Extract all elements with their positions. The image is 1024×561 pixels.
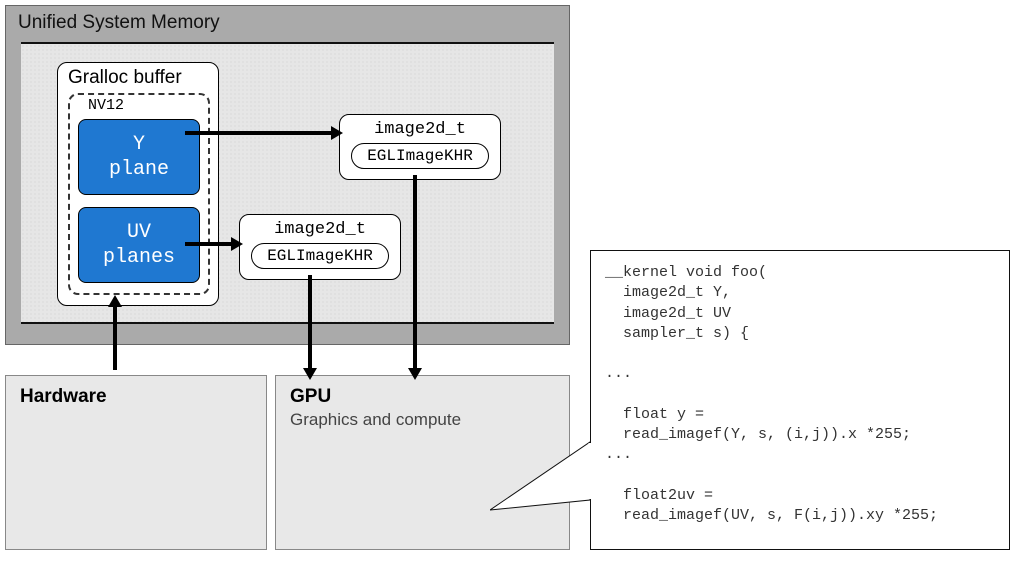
unified-system-memory-block: Unified System Memory Gralloc buffer NV1… (5, 5, 570, 345)
uv-plane: UV planes (78, 207, 200, 283)
arrow-head-icon (303, 368, 317, 380)
nv12-label: NV12 (88, 97, 124, 114)
arrow-y-to-image2d (185, 131, 333, 135)
arrow-hardware-to-gralloc (113, 305, 117, 370)
image2d-y-type: image2d_t (340, 120, 500, 139)
eglimage-y: EGLImageKHR (351, 143, 489, 169)
arrow-head-icon (408, 368, 422, 380)
arrow-head-icon (331, 126, 343, 140)
arrow-image2d-y-to-gpu (413, 175, 417, 370)
usm-title: Unified System Memory (18, 12, 220, 34)
uv-plane-line1: UV (79, 220, 199, 245)
kernel-code-box: __kernel void foo( image2d_t Y, image2d_… (590, 250, 1010, 550)
hardware-block: Hardware (5, 375, 267, 550)
eglimage-uv: EGLImageKHR (251, 243, 389, 269)
gpu-block: GPU Graphics and compute (275, 375, 570, 550)
memory-region: Gralloc buffer NV12 Y plane UV planes im… (21, 42, 554, 324)
arrow-head-icon (231, 237, 243, 251)
image2d-uv-box: image2d_t EGLImageKHR (239, 214, 401, 280)
y-plane: Y plane (78, 119, 200, 195)
image2d-uv-type: image2d_t (240, 220, 400, 239)
arrow-image2d-uv-to-gpu (308, 275, 312, 370)
arrow-uv-to-image2d (185, 242, 233, 246)
gralloc-buffer: Gralloc buffer NV12 Y plane UV planes (57, 62, 219, 306)
nv12-box: NV12 Y plane UV planes (68, 93, 210, 295)
gpu-title: GPU (290, 386, 331, 408)
uv-plane-line2: planes (79, 245, 199, 270)
y-plane-line2: plane (79, 157, 199, 182)
arrow-head-icon (108, 295, 122, 307)
y-plane-line1: Y (79, 132, 199, 157)
gralloc-title: Gralloc buffer (68, 67, 182, 89)
hardware-title: Hardware (20, 386, 107, 408)
gpu-subtitle: Graphics and compute (290, 410, 461, 430)
image2d-y-box: image2d_t EGLImageKHR (339, 114, 501, 180)
